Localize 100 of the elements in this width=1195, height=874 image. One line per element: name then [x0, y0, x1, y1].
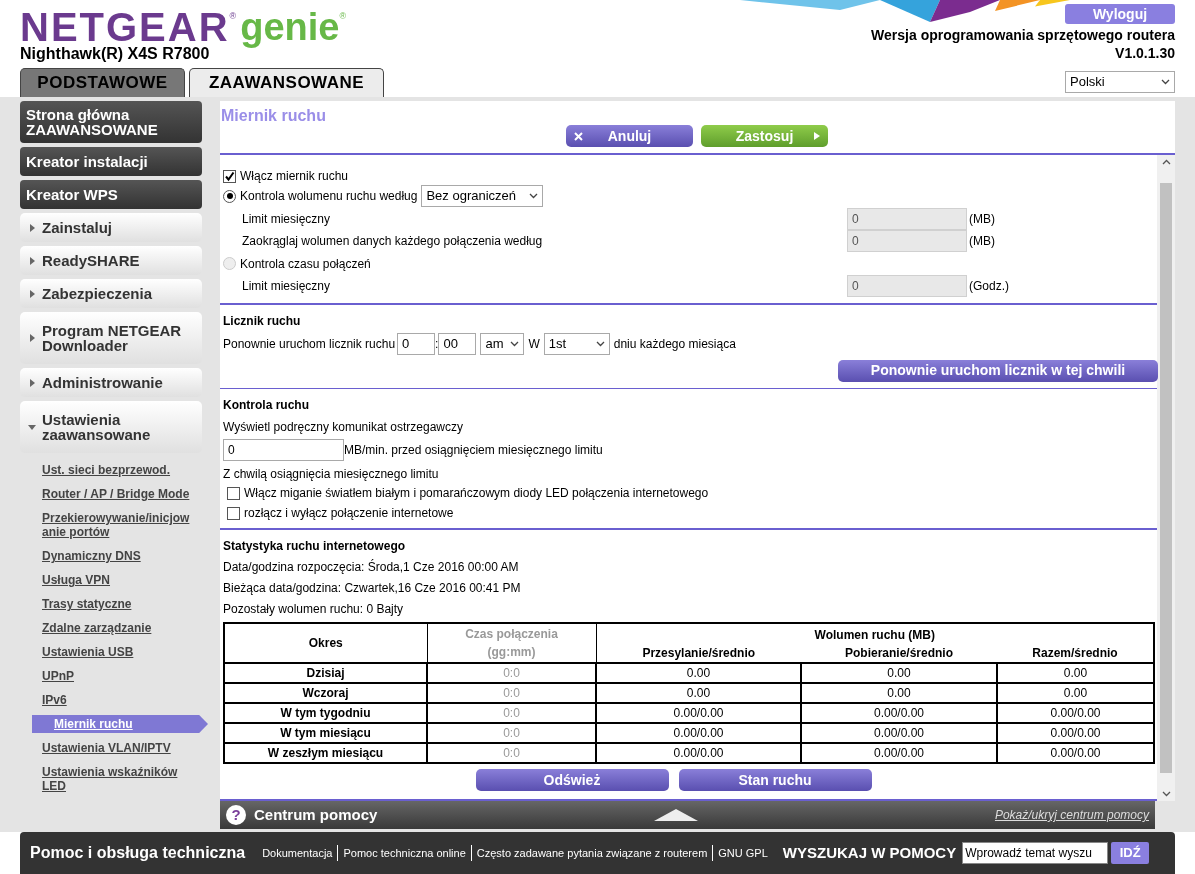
- table-cell: 0:0: [427, 703, 596, 724]
- day-select[interactable]: 1st: [543, 332, 610, 355]
- time-separator: :: [435, 335, 439, 353]
- expand-arrow-icon: [654, 809, 698, 821]
- sidebar-link[interactable]: Trasy statyczne: [20, 595, 202, 613]
- column-header: Okres: [308, 636, 343, 651]
- table-cell: 0.00/0.00: [596, 723, 801, 744]
- unit-label: (MB): [969, 233, 995, 251]
- sidebar-link[interactable]: Router / AP / Bridge Mode: [20, 485, 202, 503]
- close-icon: [574, 131, 583, 141]
- radio-label: Kontrola wolumenu ruchu według: [240, 188, 418, 206]
- table-cell: 0.00/0.00: [801, 703, 997, 724]
- sidebar-group[interactable]: Administrowanie: [20, 368, 202, 397]
- search-label: WYSZUKAJ W POMOCY: [782, 842, 957, 863]
- ampm-select[interactable]: am: [480, 332, 525, 355]
- minute-field[interactable]: 00: [438, 332, 477, 355]
- language-select[interactable]: Polski: [1065, 71, 1175, 93]
- chevron-down-icon: [1161, 79, 1170, 85]
- checkbox-label: rozłącz i wyłącz połączenie internetowe: [244, 505, 454, 523]
- field-label: dniu każdego miesiąca: [613, 335, 736, 353]
- field-label: Wyświetl podręczny komunikat ostrzegawczy: [223, 419, 464, 437]
- table-cell: 0.00/0.00: [997, 703, 1154, 724]
- column-header: Pobieranie/średnio: [845, 646, 953, 661]
- sidebar-button[interactable]: Kreator WPS: [20, 180, 202, 209]
- scroll-up-icon[interactable]: [1161, 159, 1171, 165]
- table-cell: W zeszłym miesiącu: [224, 743, 427, 764]
- caret-icon: [28, 289, 36, 298]
- hour-field[interactable]: 0: [397, 332, 436, 355]
- table-cell: 0.00/0.00: [801, 723, 997, 744]
- sidebar-link[interactable]: Miernik ruchu: [32, 715, 208, 733]
- radio-label: Kontrola czasu połączeń: [240, 255, 371, 273]
- refresh-button[interactable]: Odśwież: [475, 769, 669, 792]
- section-title: Statystyka ruchu internetowego: [223, 538, 407, 556]
- sidebar-link[interactable]: Zdalne zarządzanie: [20, 619, 202, 637]
- help-title: Centrum pomocy: [254, 804, 378, 825]
- sidebar-link[interactable]: Przekierowywanie/inicjowanie portów: [20, 509, 202, 541]
- sidebar-link[interactable]: Ustawienia VLAN/IPTV: [20, 739, 202, 757]
- caret-icon: [28, 223, 36, 232]
- footer-link[interactable]: Często zadawane pytania związane z routerem: [470, 844, 713, 862]
- restart-counter-button[interactable]: Ponownie uruchom licznik w tej chwili: [838, 359, 1158, 382]
- stat-line: Data/godzina rozpoczęcia: Środa,1 Cze 2016 00:00 AM: [223, 558, 520, 577]
- chevron-down-icon: [510, 340, 520, 347]
- table-cell: 0.00/0.00: [801, 743, 997, 764]
- scroll-down-icon[interactable]: [1161, 791, 1171, 797]
- sidebar-link[interactable]: UPnP: [20, 667, 202, 685]
- sidebar-link[interactable]: Ustawienia wskaźników LED: [20, 763, 202, 795]
- sidebar-group[interactable]: ReadySHARE: [20, 246, 202, 275]
- table-cell: 0.00/0.00: [596, 743, 801, 764]
- scrollbar-thumb[interactable]: [1160, 183, 1172, 773]
- field-label: Limit miesięczny: [242, 277, 332, 295]
- table-cell: 0.00: [596, 663, 801, 684]
- sidebar-button[interactable]: Kreator instalacji: [20, 147, 202, 176]
- sidebar-group[interactable]: Ustawienia zaawansowane: [20, 401, 202, 453]
- checkbox[interactable]: [227, 506, 240, 520]
- field-label: Z chwilą osiągnięcia miesięcznego limitu: [223, 466, 440, 484]
- tab[interactable]: ZAAWANSOWANE: [189, 68, 384, 97]
- table-cell: 0.00/0.00: [997, 743, 1154, 764]
- column-header: Czas połączenia (gg:mm): [464, 626, 559, 662]
- table-cell: W tym miesiącu: [224, 723, 427, 744]
- help-search-field[interactable]: Wprowadź temat wyszu: [962, 842, 1109, 864]
- table-cell: W tym tygodniu: [224, 703, 427, 724]
- footer-link[interactable]: Pomoc techniczna online: [337, 844, 471, 862]
- table-cell: 0.00: [801, 683, 997, 704]
- sidebar-link[interactable]: Ust. sieci bezprzewod.: [20, 461, 202, 479]
- help-toggle-link[interactable]: Pokaż/ukryj centrum pomocy: [994, 806, 1149, 824]
- caret-icon: [28, 256, 36, 265]
- field-label: W: [528, 335, 540, 353]
- radio-button[interactable]: [223, 189, 236, 203]
- table-cell: 0:0: [427, 743, 596, 764]
- input-field[interactable]: 0: [223, 439, 344, 462]
- table-cell: 0.00: [997, 683, 1154, 704]
- volume-select[interactable]: Bez ograniczeń: [421, 185, 544, 208]
- model-name: Nighthawk(R) X4S R7800: [20, 44, 210, 64]
- sidebar-group[interactable]: Program NETGEAR Downloader: [20, 312, 202, 364]
- table-cell: 0.00: [596, 683, 801, 704]
- section-title: Kontrola ruchu: [223, 397, 310, 415]
- tab[interactable]: PODSTAWOWE: [20, 68, 185, 97]
- footer-link[interactable]: Dokumentacja: [257, 844, 338, 862]
- checkbox[interactable]: [223, 169, 236, 183]
- section-title: Licznik ruchu: [223, 312, 302, 330]
- sidebar-link[interactable]: Dynamiczny DNS: [20, 547, 202, 565]
- traffic-status-button[interactable]: Stan ruchu: [678, 769, 872, 792]
- registered-mark: ®: [339, 10, 347, 21]
- sidebar-button[interactable]: Strona główna ZAAWANSOWANE: [20, 101, 202, 143]
- play-icon: [814, 132, 820, 140]
- sidebar-link[interactable]: IPv6: [20, 691, 202, 709]
- help-icon: ?: [226, 805, 246, 825]
- field-label: Limit miesięczny: [242, 210, 332, 228]
- unit-label: (MB): [969, 210, 995, 228]
- cancel-button[interactable]: Anuluj: [566, 125, 693, 147]
- page-title: Miernik ruchu: [221, 106, 326, 126]
- table-cell: 0.00/0.00: [997, 723, 1154, 744]
- stat-line: Bieżąca data/godzina: Czwartek,16 Cze 2016 00:41 PM: [223, 580, 522, 598]
- sidebar-link[interactable]: Usługa VPN: [20, 571, 202, 589]
- footer-link[interactable]: GNU GPL: [712, 844, 773, 862]
- table-cell: 0:0: [427, 683, 596, 704]
- sidebar-link[interactable]: Ustawienia USB: [20, 643, 202, 661]
- sidebar-group[interactable]: Zabezpieczenia: [20, 279, 202, 308]
- sidebar-group[interactable]: Zainstaluj: [20, 213, 202, 242]
- checkbox[interactable]: [227, 486, 240, 500]
